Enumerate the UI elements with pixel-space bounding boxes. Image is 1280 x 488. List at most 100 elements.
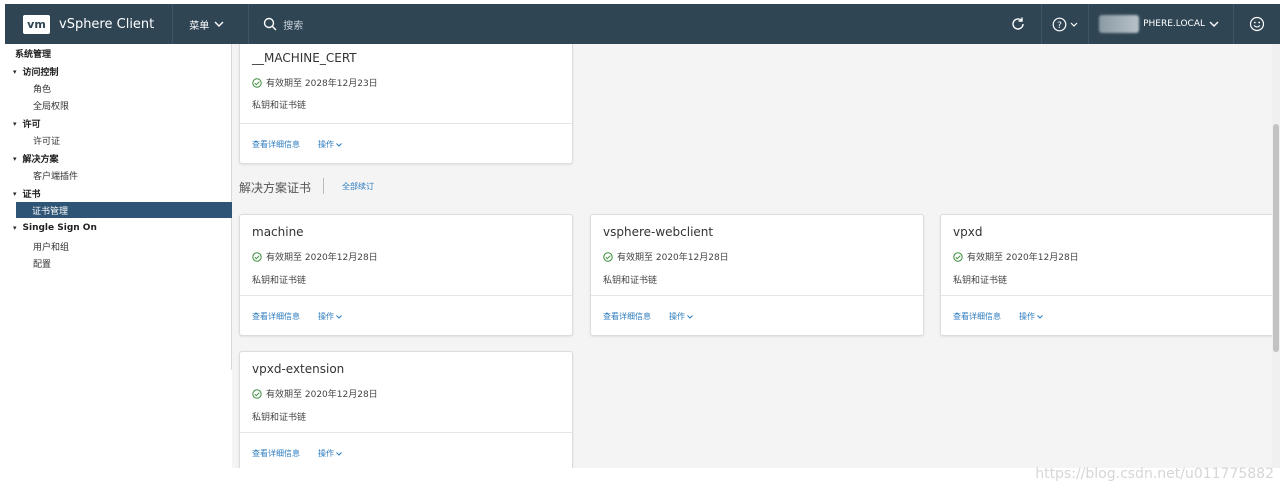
actions-label: 操作 bbox=[1019, 312, 1035, 321]
sidebar-group-sso[interactable]: ▾ Single Sign On bbox=[13, 223, 97, 233]
sidebar-item-client-plugins[interactable]: 客户端插件 bbox=[33, 169, 78, 182]
cert-card: vpxd 有效期至 2020年12月28日 私钥和证书链 查看详细信息 操作 bbox=[940, 214, 1272, 336]
cert-title: vsphere-webclient bbox=[603, 225, 714, 239]
actions-dropdown[interactable]: 操作 bbox=[318, 139, 342, 150]
chevron-down-icon bbox=[1209, 21, 1219, 27]
cert-title: vpxd-extension bbox=[252, 362, 345, 376]
header-divider bbox=[172, 4, 174, 44]
app-title[interactable]: vSphere Client bbox=[59, 17, 154, 32]
menu-dropdown[interactable]: 菜单 bbox=[189, 17, 224, 32]
sidebar-group-access-control[interactable]: ▾ 访问控制 bbox=[13, 65, 59, 79]
validity-text: 有效期至 2020年12月28日 bbox=[967, 253, 1079, 263]
card-footer: 查看详细信息 操作 bbox=[240, 295, 572, 335]
view-details-link[interactable]: 查看详细信息 bbox=[603, 311, 651, 322]
sidebar-group-certificates[interactable]: ▾ 证书 bbox=[13, 187, 41, 201]
svg-text:?: ? bbox=[1057, 21, 1062, 31]
cert-card: vsphere-webclient 有效期至 2020年12月28日 私钥和证书… bbox=[590, 214, 924, 336]
view-details-link[interactable]: 查看详细信息 bbox=[252, 448, 300, 459]
actions-label: 操作 bbox=[318, 449, 334, 458]
scrollbar-thumb[interactable] bbox=[1273, 124, 1279, 352]
cert-title: vpxd bbox=[953, 225, 983, 239]
card-footer: 查看详细信息 操作 bbox=[240, 123, 572, 163]
sidebar-item-configuration[interactable]: 配置 bbox=[33, 257, 51, 270]
refresh-icon bbox=[1012, 17, 1024, 30]
watermark: https://blog.csdn.net/u011775882 bbox=[1035, 466, 1274, 482]
cert-chain-label: 私钥和证书链 bbox=[603, 276, 658, 286]
cert-chain-label: 私钥和证书链 bbox=[953, 276, 1008, 286]
chevron-down-icon bbox=[336, 451, 342, 456]
help-icon: ? bbox=[1052, 17, 1067, 31]
cert-validity: 有效期至 2020年12月28日 bbox=[953, 250, 1079, 263]
sidebar-item-global-permissions[interactable]: 全局权限 bbox=[33, 99, 69, 112]
cert-title: machine bbox=[252, 225, 304, 239]
section-divider bbox=[323, 178, 324, 194]
cert-validity: 有效期至 2020年12月28日 bbox=[603, 250, 729, 263]
card-footer: 查看详细信息 操作 bbox=[240, 432, 572, 468]
check-circle-icon bbox=[603, 251, 613, 262]
cert-card: machine 有效期至 2020年12月28日 私钥和证书链 查看详细信息 操… bbox=[239, 214, 573, 336]
menu-label: 菜单 bbox=[189, 20, 210, 32]
sidebar-heading: 系统管理 bbox=[15, 50, 52, 60]
view-details-link[interactable]: 查看详细信息 bbox=[953, 311, 1001, 322]
smiley-icon bbox=[1249, 16, 1265, 32]
sidebar-item-licenses[interactable]: 许可证 bbox=[33, 134, 60, 147]
section-title: 解决方案证书 bbox=[239, 181, 312, 195]
view-details-link[interactable]: 查看详细信息 bbox=[252, 139, 300, 150]
actions-dropdown[interactable]: 操作 bbox=[318, 311, 342, 322]
global-search[interactable]: 搜索 bbox=[263, 17, 303, 32]
cert-chain-label: 私钥和证书链 bbox=[252, 413, 307, 423]
main-scrollbar[interactable] bbox=[1272, 44, 1280, 468]
sidebar-item-certificate-management[interactable]: 证书管理 bbox=[16, 202, 232, 218]
card-footer: 查看详细信息 操作 bbox=[591, 295, 923, 335]
actions-dropdown[interactable]: 操作 bbox=[669, 311, 693, 322]
actions-label: 操作 bbox=[318, 312, 334, 321]
caret-down-icon: ▾ bbox=[13, 119, 17, 128]
cert-card: vpxd-extension 有效期至 2020年12月28日 私钥和证书链 查… bbox=[239, 351, 573, 468]
help-button[interactable]: ? bbox=[1042, 4, 1088, 44]
header-divider bbox=[248, 4, 250, 44]
main-content: __MACHINE_CERT 有效期至 2028年12月23日 私钥和证书链 查… bbox=[232, 44, 1272, 468]
check-circle-icon bbox=[953, 251, 963, 262]
check-circle-icon bbox=[252, 77, 262, 88]
sidebar-group-label: 证书 bbox=[22, 190, 41, 200]
actions-dropdown[interactable]: 操作 bbox=[318, 448, 342, 459]
chevron-down-icon bbox=[336, 142, 342, 147]
sidebar-nav: 系统管理 ▾ 访问控制 角色 全局权限 ▾ 许可 许可证 ▾ 解决方案 客户端插… bbox=[5, 44, 232, 370]
actions-label: 操作 bbox=[318, 140, 334, 149]
chevron-down-icon bbox=[687, 314, 693, 319]
refresh-button[interactable] bbox=[995, 4, 1041, 44]
sidebar-group-solutions[interactable]: ▾ 解决方案 bbox=[13, 152, 59, 166]
caret-down-icon: ▾ bbox=[13, 224, 17, 232]
validity-text: 有效期至 2028年12月23日 bbox=[266, 79, 378, 89]
user-menu[interactable]: PHERE.LOCAL bbox=[1089, 4, 1233, 44]
chevron-down-icon bbox=[1037, 314, 1043, 319]
chevron-down-icon bbox=[336, 314, 342, 319]
search-icon bbox=[264, 17, 277, 31]
sidebar-group-label: 许可 bbox=[22, 120, 41, 130]
actions-dropdown[interactable]: 操作 bbox=[1019, 311, 1043, 322]
renew-all-link[interactable]: 全部续订 bbox=[342, 181, 374, 192]
cert-chain-label: 私钥和证书链 bbox=[252, 276, 307, 286]
validity-text: 有效期至 2020年12月28日 bbox=[617, 253, 729, 263]
avatar bbox=[1099, 15, 1140, 33]
check-circle-icon bbox=[252, 251, 262, 262]
card-footer: 查看详细信息 操作 bbox=[941, 295, 1272, 335]
caret-down-icon: ▾ bbox=[13, 67, 17, 76]
sidebar-group-label: 访问控制 bbox=[22, 68, 59, 78]
cert-card: __MACHINE_CERT 有效期至 2028年12月23日 私钥和证书链 查… bbox=[239, 44, 573, 164]
page-blank-area bbox=[0, 370, 232, 488]
chevron-down-icon bbox=[1070, 22, 1078, 27]
validity-text: 有效期至 2020年12月28日 bbox=[266, 390, 378, 400]
caret-down-icon: ▾ bbox=[13, 189, 17, 198]
cert-validity: 有效期至 2020年12月28日 bbox=[252, 250, 378, 263]
sidebar-item-users-groups[interactable]: 用户和组 bbox=[33, 240, 69, 253]
cert-validity: 有效期至 2028年12月23日 bbox=[252, 76, 378, 89]
feedback-button[interactable] bbox=[1234, 4, 1280, 44]
sidebar-item-roles[interactable]: 角色 bbox=[33, 82, 51, 95]
chevron-down-icon bbox=[214, 21, 224, 27]
sidebar-group-licensing[interactable]: ▾ 许可 bbox=[13, 117, 41, 131]
user-domain: PHERE.LOCAL bbox=[1143, 19, 1205, 29]
view-details-link[interactable]: 查看详细信息 bbox=[252, 311, 300, 322]
cert-title: __MACHINE_CERT bbox=[252, 51, 357, 65]
sidebar-group-label: 解决方案 bbox=[22, 155, 59, 165]
